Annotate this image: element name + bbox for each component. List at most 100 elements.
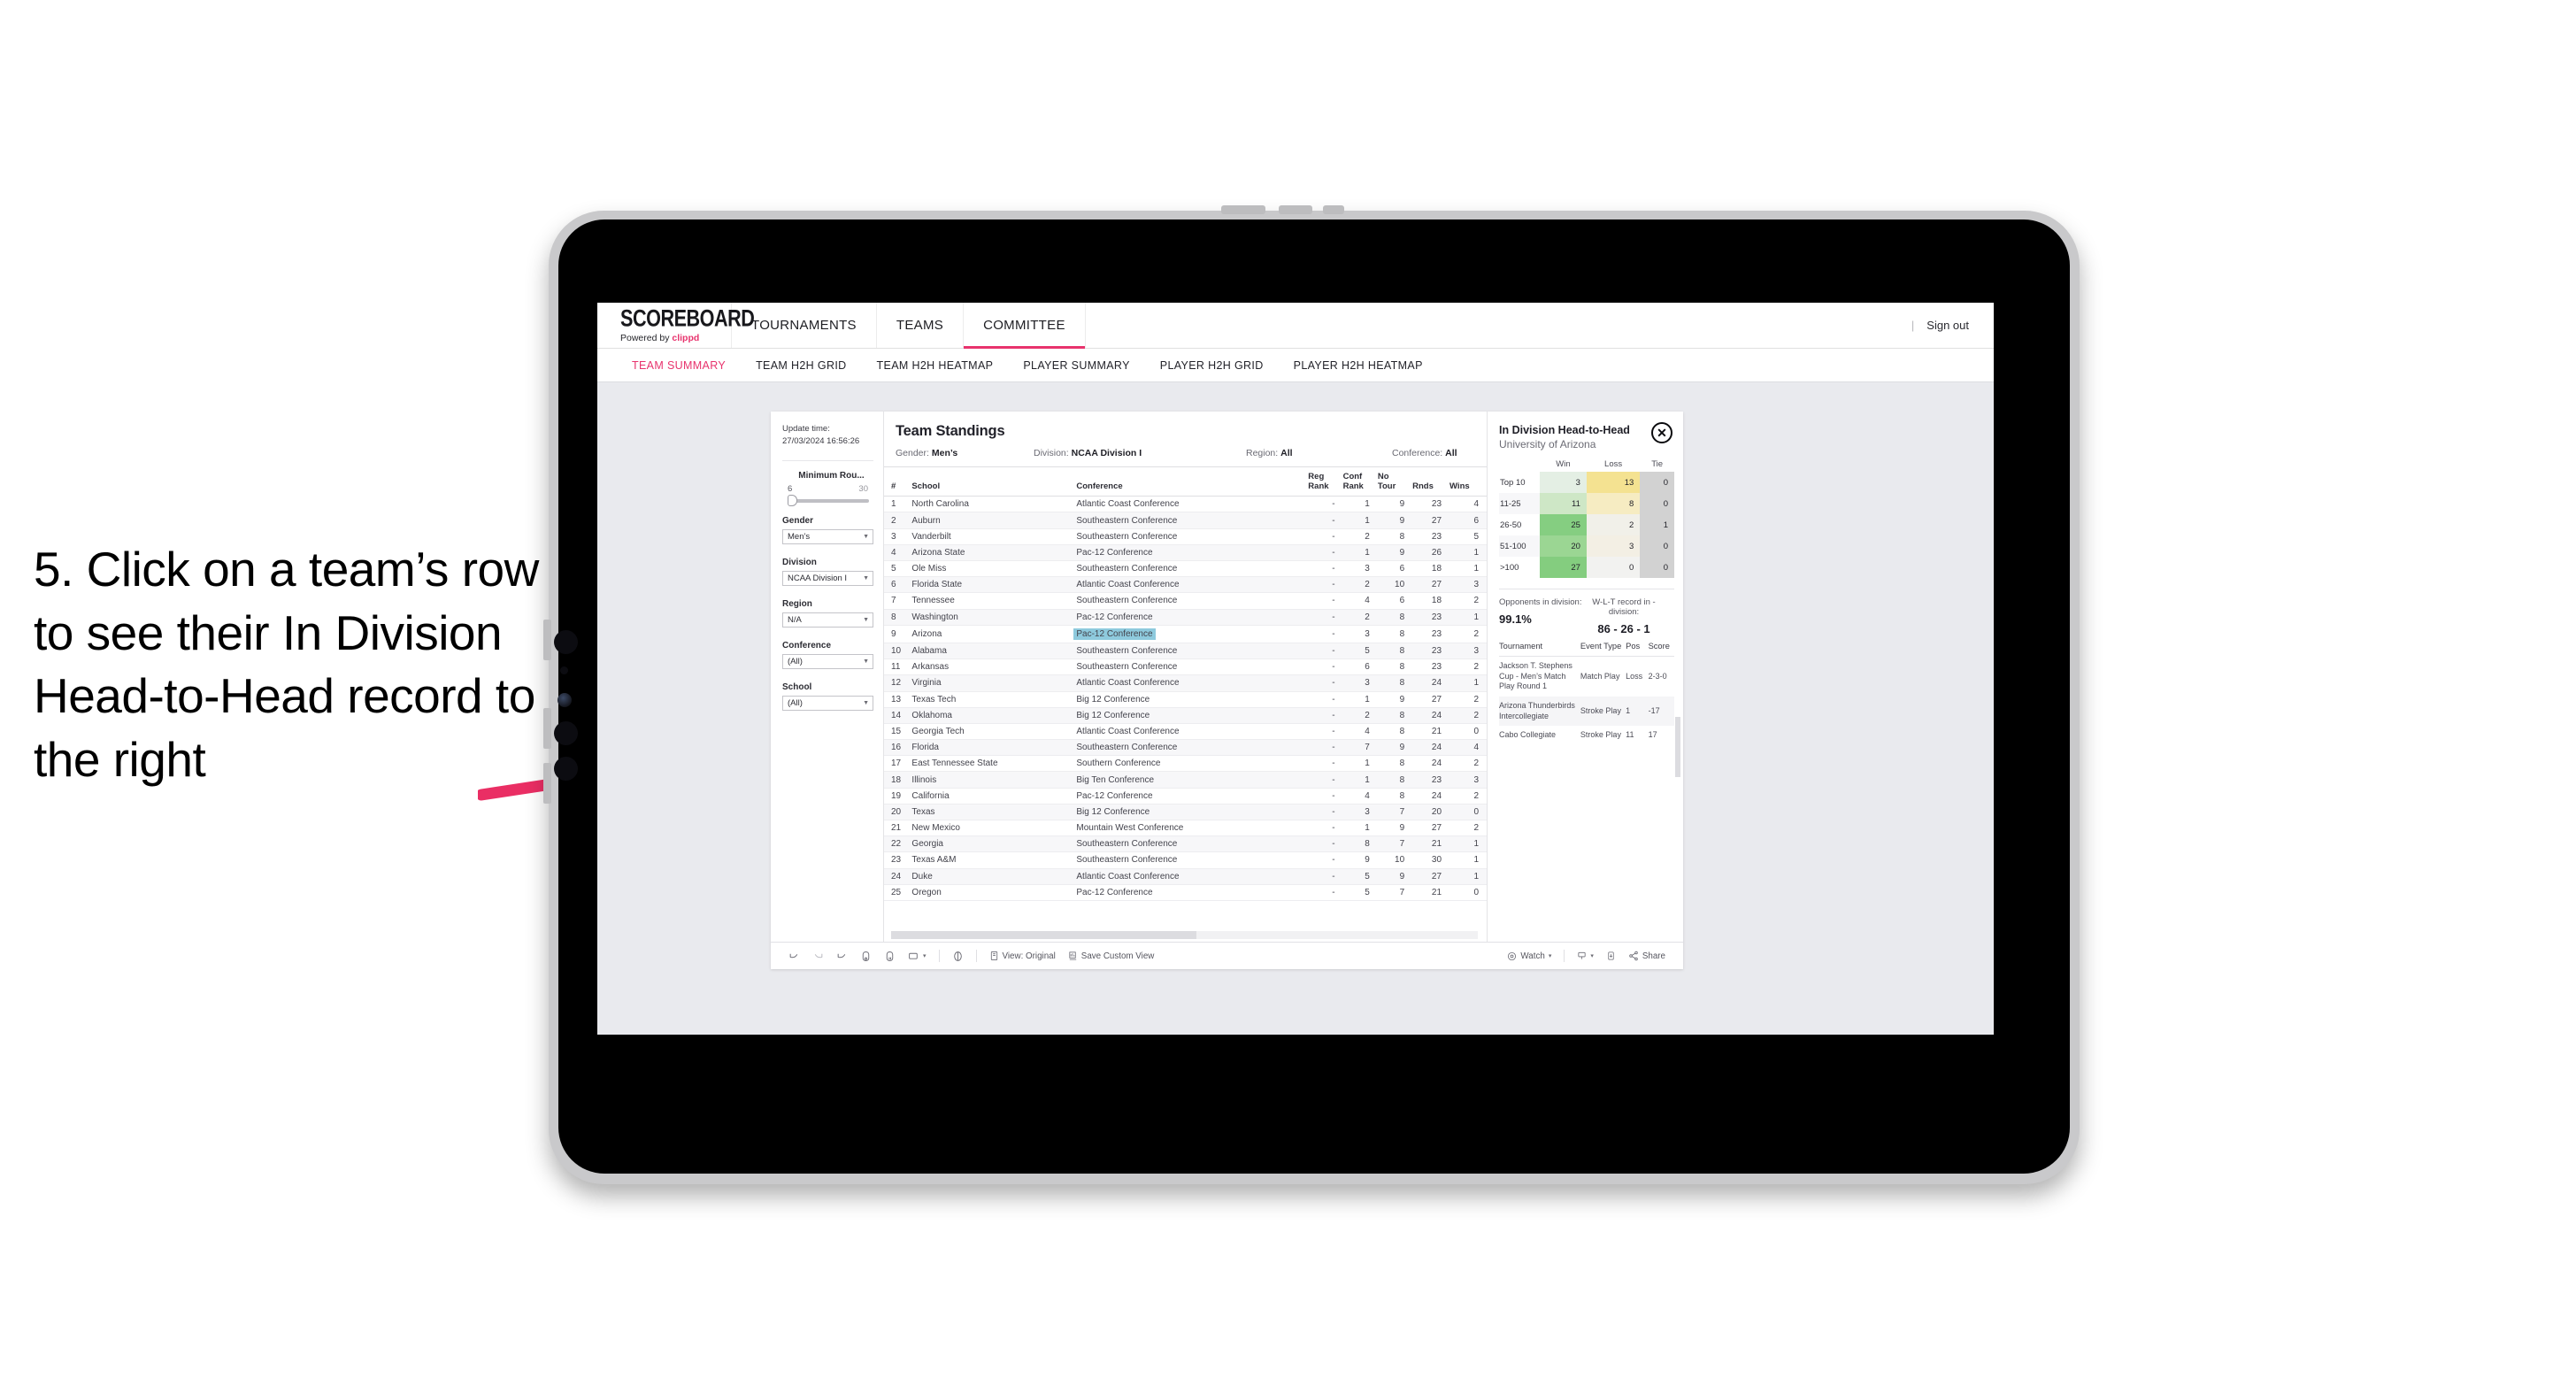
col-rank[interactable]: #	[884, 466, 912, 497]
nav-item-tournaments[interactable]: TOURNAMENTS	[732, 303, 877, 348]
conference-select[interactable]: (All) ▼	[782, 653, 873, 669]
pause-updates-icon[interactable]	[878, 951, 902, 962]
col-no-tour[interactable]: No Tour	[1377, 466, 1413, 497]
heatmap-cell[interactable]: 8	[1586, 493, 1641, 514]
heatmap-cell[interactable]: 25	[1540, 514, 1587, 535]
vertical-scrollbar[interactable]	[1675, 717, 1680, 777]
division-select[interactable]: NCAA Division I ▼	[782, 570, 873, 586]
view-original-button[interactable]: View: Original	[983, 951, 1062, 961]
table-row[interactable]: 19 California Pac-12 Conference -4 8 24 2	[884, 788, 1487, 805]
heatmap-cell[interactable]: 2	[1586, 514, 1641, 535]
watch-button[interactable]: Watch ▾	[1501, 951, 1557, 961]
heatmap-cell[interactable]: 20	[1540, 535, 1587, 557]
presentation-mode-icon[interactable]: ▾	[902, 951, 933, 962]
table-row[interactable]: 22 Georgia Southeastern Conference -8 7 21 1	[884, 835, 1487, 853]
table-row[interactable]: 13 Texas Tech Big 12 Conference -1 9 27 2	[884, 691, 1487, 708]
col-tournament[interactable]: Tournament	[1499, 637, 1580, 657]
heatmap-cell[interactable]: 13	[1586, 472, 1641, 493]
list-item[interactable]: Arizona Thunderbirds Intercollegiate Stro…	[1499, 697, 1674, 727]
heatmap-cell[interactable]: 3	[1540, 472, 1587, 493]
device-preview-icon[interactable]	[946, 951, 970, 962]
tab-team-h2h-heatmap[interactable]: TEAM H2H HEATMAP	[862, 359, 1009, 372]
heatmap-cell[interactable]: 0	[1640, 557, 1674, 578]
revert-icon[interactable]	[830, 951, 854, 962]
table-row[interactable]: 17 East Tennessee State Southern Conferenc…	[884, 755, 1487, 773]
heatmap-cell[interactable]: 0	[1640, 472, 1674, 493]
tab-player-h2h-heatmap[interactable]: PLAYER H2H HEATMAP	[1279, 359, 1438, 372]
chevron-down-icon[interactable]: ▾	[1590, 952, 1594, 959]
table-row[interactable]: 10 Alabama Southeastern Conference -5 8 23 3	[884, 643, 1487, 660]
refresh-data-icon[interactable]	[854, 951, 878, 962]
table-row[interactable]: 1 North Carolina Atlantic Coast Conference…	[884, 496, 1487, 513]
filter-school[interactable]: School (All) ▼	[782, 682, 873, 711]
redo-icon[interactable]	[806, 951, 830, 962]
col-conference[interactable]: Conference	[1076, 466, 1309, 497]
chevron-down-icon[interactable]: ▾	[923, 952, 927, 959]
col-wins[interactable]: Wins	[1449, 466, 1487, 497]
table-row[interactable]: 12 Virginia Atlantic Coast Conference -3 8 24…	[884, 674, 1487, 692]
chevron-down-icon[interactable]: ▾	[1549, 952, 1552, 959]
table-row[interactable]: 15 Georgia Tech Atlantic Coast Conference -…	[884, 723, 1487, 741]
table-row[interactable]: 20 Texas Big 12 Conference -3 7 20 0	[884, 804, 1487, 821]
slider-handle[interactable]	[787, 495, 797, 507]
nav-item-committee[interactable]: COMMITTEE	[964, 303, 1086, 349]
heatmap-cell[interactable]: 0	[1640, 535, 1674, 557]
sign-out-area[interactable]: | Sign out	[1911, 303, 1994, 348]
col-reg-rank[interactable]: Reg Rank	[1308, 466, 1343, 497]
list-item[interactable]: Jackson T. Stephens Cup - Men’s Match Pl…	[1499, 657, 1674, 697]
col-conf-rank[interactable]: Conf Rank	[1342, 466, 1378, 497]
device-button-top-1	[1221, 205, 1265, 214]
table-row[interactable]: 16 Florida Southeastern Conference -7 9 24 4	[884, 739, 1487, 757]
slider-track[interactable]	[787, 495, 869, 507]
filter-conference[interactable]: Conference (All) ▼	[782, 641, 873, 669]
table-row[interactable]: 2 Auburn Southeastern Conference -1 9 27 6	[884, 512, 1487, 529]
filter-region[interactable]: Region N/A ▼	[782, 599, 873, 628]
table-row[interactable]: 5 Ole Miss Southeastern Conference -3 6 18 1	[884, 560, 1487, 578]
heatmap-cell[interactable]: 0	[1640, 493, 1674, 514]
school-select[interactable]: (All) ▼	[782, 695, 873, 711]
sign-out-link[interactable]: Sign out	[1926, 319, 1969, 332]
gender-select[interactable]: Men’s ▼	[782, 528, 873, 544]
save-custom-view-button[interactable]: Save Custom View	[1062, 951, 1161, 961]
table-row[interactable]: 8 Washington Pac-12 Conference -2 8 23 1	[884, 609, 1487, 626]
col-event-type[interactable]: Event Type	[1580, 637, 1626, 657]
heatmap-cell[interactable]: 3	[1586, 535, 1641, 557]
brand-logo[interactable]: SCOREBOARD Powered by clippd	[597, 303, 755, 348]
alert-button[interactable]: ▾	[1571, 951, 1600, 961]
table-row[interactable]: 11 Arkansas Southeastern Conference -6 8 23 2	[884, 658, 1487, 676]
heatmap-cell[interactable]: 1	[1640, 514, 1674, 535]
heatmap-cell[interactable]: 27	[1540, 557, 1587, 578]
table-row[interactable]: 7 Tennessee Southeastern Conference -4 6 18 2	[884, 592, 1487, 610]
filter-division[interactable]: Division NCAA Division I ▼	[782, 558, 873, 586]
heatmap-cell[interactable]: 0	[1586, 557, 1641, 578]
col-pos[interactable]: Pos	[1626, 637, 1649, 657]
table-row[interactable]: 3 Vanderbilt Southeastern Conference -2 8 23 5	[884, 528, 1487, 545]
table-row[interactable]: 23 Texas A&M Southeastern Conference -9 10 30…	[884, 851, 1487, 869]
tab-player-summary[interactable]: PLAYER SUMMARY	[1008, 359, 1144, 372]
table-row[interactable]: 6 Florida State Atlantic Coast Conference -…	[884, 576, 1487, 594]
col-school[interactable]: School	[911, 466, 1077, 497]
table-row[interactable]: 14 Oklahoma Big 12 Conference -2 8 24 2	[884, 707, 1487, 724]
nav-item-teams[interactable]: TEAMS	[877, 303, 965, 348]
close-icon[interactable]: ✕	[1651, 422, 1672, 443]
tab-team-summary[interactable]: TEAM SUMMARY	[617, 359, 741, 372]
undo-icon[interactable]	[782, 951, 806, 962]
heatmap-cell[interactable]: 11	[1540, 493, 1587, 514]
table-row[interactable]: 21 New Mexico Mountain West Conference -1 9 2…	[884, 820, 1487, 837]
download-icon[interactable]	[1600, 951, 1622, 961]
tab-player-h2h-grid[interactable]: PLAYER H2H GRID	[1145, 359, 1279, 372]
table-row[interactable]: 25 Oregon Pac-12 Conference -5 7 21 0	[884, 884, 1487, 901]
share-button[interactable]: Share	[1622, 951, 1672, 961]
list-item[interactable]: Cabo Collegiate Stroke Play 11 17	[1499, 726, 1674, 745]
region-select[interactable]: N/A ▼	[782, 612, 873, 628]
table-row[interactable]: 4 Arizona State Pac-12 Conference -1 9 26 1	[884, 544, 1487, 562]
tab-team-h2h-grid[interactable]: TEAM H2H GRID	[741, 359, 861, 372]
table-row[interactable]: 18 Illinois Big Ten Conference -1 8 23 3	[884, 771, 1487, 789]
filter-minimum-rounds[interactable]: Minimum Rou... 6 30	[782, 471, 873, 507]
col-score[interactable]: Score	[1648, 637, 1674, 657]
table-row[interactable]: 24 Duke Atlantic Coast Conference -5 9 27 1	[884, 868, 1487, 885]
col-rnds[interactable]: Rnds	[1412, 466, 1450, 497]
filter-gender[interactable]: Gender Men’s ▼	[782, 516, 873, 544]
table-row[interactable]: 9 Arizona Pac-12 Conference -3 8 23 2	[884, 625, 1487, 643]
horizontal-scrollbar[interactable]	[891, 931, 1478, 939]
